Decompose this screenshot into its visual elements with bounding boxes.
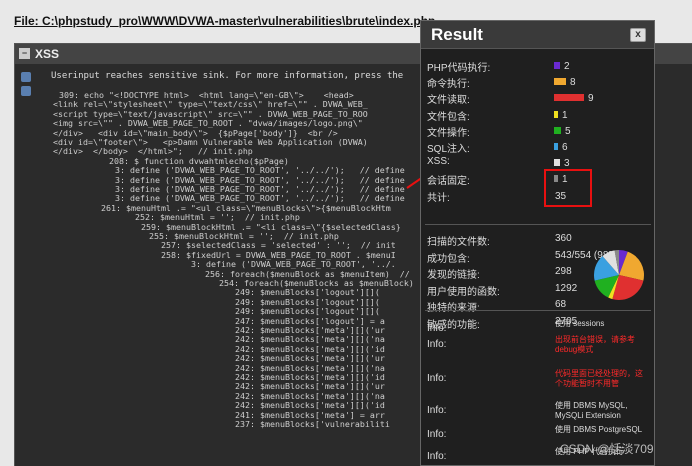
vuln-bar <box>554 143 558 150</box>
vuln-label: 文件包含: <box>427 111 470 123</box>
divider <box>425 310 651 311</box>
vuln-bar <box>554 126 561 134</box>
stat-value: 1292 <box>555 282 578 294</box>
vuln-count: 8 <box>570 77 576 89</box>
vuln-bar <box>554 94 584 102</box>
close-button[interactable]: x <box>630 28 646 42</box>
stat-label: 扫描的文件数: <box>427 237 490 248</box>
info-label: Info: <box>427 339 447 350</box>
info-text: 使用 DBMS MySQL, MySQLi Extension <box>555 401 628 420</box>
info-label: Info: <box>427 323 447 334</box>
code-line[interactable]: 237: $menuBlocks['vulnerabiliti <box>235 419 390 429</box>
watermark: CSDN @恬淡709 <box>560 442 654 456</box>
info-label: Info: <box>427 429 447 440</box>
stat-label: 用户使用的函数: <box>427 286 500 298</box>
vuln-count: 2 <box>564 61 570 72</box>
vuln-bar <box>554 78 566 86</box>
vuln-count: 6 <box>562 142 568 153</box>
vuln-bar <box>554 159 560 167</box>
info-label: Info: <box>427 405 447 416</box>
info-label: Info: <box>427 451 447 462</box>
vuln-label: 文件操作: <box>427 127 470 139</box>
vuln-count: 9 <box>588 93 594 105</box>
stat-value: 360 <box>555 233 572 244</box>
collapse-icon[interactable]: − <box>19 48 30 59</box>
vuln-label: 共计: <box>427 192 450 204</box>
result-title-bar: Result x <box>421 21 654 49</box>
stat-label: 独特的来源: <box>427 303 480 314</box>
help-icon[interactable] <box>21 72 31 82</box>
info-text: 使用 DBMS PostgreSQL <box>555 425 643 434</box>
divider <box>425 224 651 225</box>
panel-title: XSS <box>35 47 60 61</box>
stat-label: 成功包含: <box>427 253 470 265</box>
stat-value: 298 <box>555 266 572 277</box>
vuln-bar <box>554 110 558 118</box>
info-text: 出现前台错误，请参考debug模式 <box>555 335 635 354</box>
result-dialog: Result x PHP代码执行: 2 命令执行: 8 文件读取: 9 文件包含: 1 文件操作… <box>420 20 655 466</box>
vuln-label: 会话固定: <box>427 176 470 188</box>
info-text: 代码里面已经处理的，这个功能暂时不用管 <box>555 369 643 388</box>
info-label: Info: <box>427 373 447 384</box>
vuln-label: SQL注入: <box>427 144 470 155</box>
vuln-label: 命令执行: <box>427 79 470 91</box>
result-title: Result <box>431 25 483 44</box>
vuln-count: 1 <box>562 109 568 121</box>
vuln-label: PHP代码执行: <box>427 63 491 74</box>
panel-message: Userinput reaches sensitive sink. For mo… <box>51 71 404 81</box>
info-text: 使用 sessions <box>555 319 605 328</box>
vuln-bar <box>554 62 560 69</box>
stat-label: 发现的链接: <box>427 270 480 281</box>
vuln-label: XSS: <box>427 156 450 168</box>
vuln-count: 3 <box>564 158 570 170</box>
file-path: File: C:\phpstudy_pro\WWW\DVWA-master\vu… <box>14 14 436 28</box>
code-icon[interactable] <box>21 86 31 96</box>
vuln-pie-chart <box>594 250 644 300</box>
vuln-count: 5 <box>565 125 571 137</box>
vuln-label: 文件读取: <box>427 95 470 107</box>
total-highlight-box <box>544 169 592 207</box>
left-icon-column <box>21 72 31 100</box>
stat-value: 68 <box>555 299 567 310</box>
